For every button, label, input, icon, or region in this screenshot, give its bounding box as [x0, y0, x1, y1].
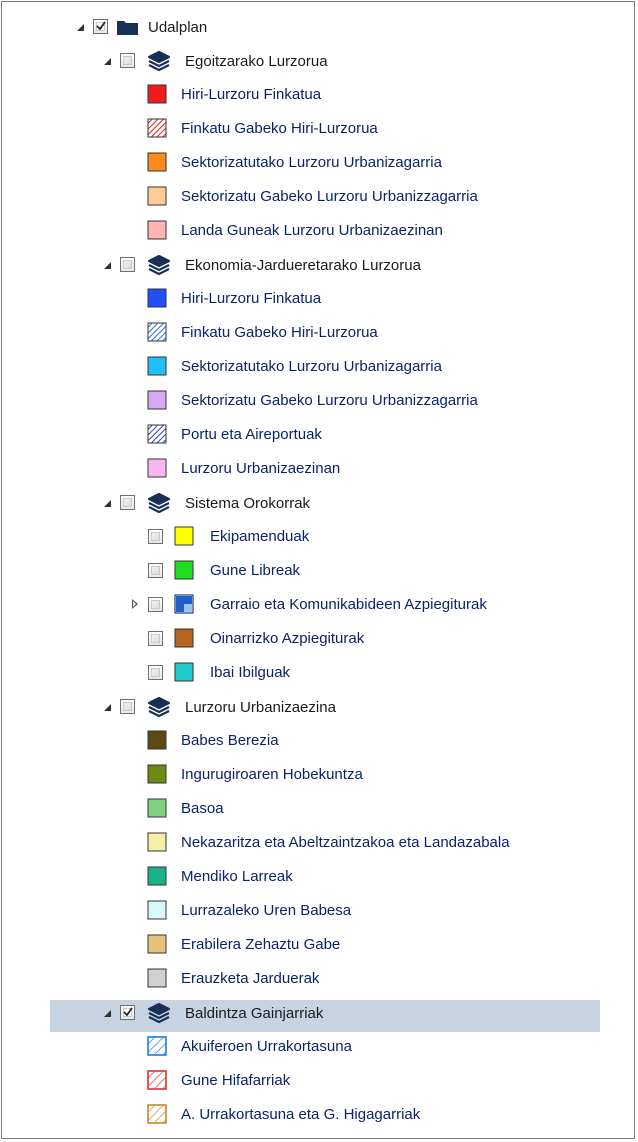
legend-swatch	[147, 288, 167, 308]
layers-icon	[147, 492, 171, 514]
legend-swatch	[147, 968, 167, 988]
group-checkbox[interactable]	[120, 699, 135, 714]
legend-item-label: Basoa	[181, 800, 224, 817]
layers-icon	[147, 50, 171, 72]
legend-item-label: Babes Berezia	[181, 732, 279, 749]
group-expander[interactable]	[104, 704, 111, 711]
legend-swatch	[147, 934, 167, 954]
group-expander[interactable]	[104, 1010, 111, 1017]
root-expander[interactable]	[77, 24, 84, 31]
legend-swatch	[147, 118, 167, 138]
legend-item-label: Gune Hifafarriak	[181, 1072, 291, 1089]
legend-swatch	[147, 866, 167, 886]
legend-swatch	[174, 526, 194, 546]
group-label: Lurzoru Urbanizaezina	[185, 699, 336, 716]
group-checkbox[interactable]	[120, 495, 135, 510]
checkmark-icon	[96, 21, 106, 31]
legend-item-label: Ingurugiroaren Hobekuntza	[181, 766, 363, 783]
folder-icon	[117, 21, 138, 35]
legend-item-label: Lurrazaleko Uren Babesa	[181, 902, 352, 919]
group-expander[interactable]	[104, 58, 111, 65]
item-checkbox[interactable]	[148, 597, 163, 612]
legend-item-label: Erauzketa Jarduerak	[181, 970, 320, 987]
group-expander[interactable]	[104, 262, 111, 269]
layers-icon	[147, 696, 171, 718]
legend-item-label: A. Urrakortasuna eta G. Higagarriak	[181, 1106, 421, 1123]
legend-item-label: Finkatu Gabeko Hiri-Lurzorua	[181, 120, 378, 137]
legend-swatch	[174, 594, 194, 614]
checkmark-icon	[123, 1007, 133, 1017]
group-checkbox[interactable]	[120, 53, 135, 68]
legend-swatch	[147, 186, 167, 206]
legend-item-label: Finkatu Gabeko Hiri-Lurzorua	[181, 324, 378, 341]
legend-item-label: Sektorizatu Gabeko Lurzoru Urbanizzagarr…	[181, 392, 478, 409]
legend-swatch	[147, 390, 167, 410]
group-label: Ekonomia-Jardueretarako Lurzorua	[185, 257, 421, 274]
legend-item-label: Sektorizatu Gabeko Lurzoru Urbanizzagarr…	[181, 188, 478, 205]
legend-item-label: Hiri-Lurzoru Finkatua	[181, 290, 322, 307]
legend-swatch	[147, 84, 167, 104]
legend-item-label: Portu eta Aireportuak	[181, 426, 322, 443]
legend-swatch	[147, 152, 167, 172]
legend-swatch	[174, 662, 194, 682]
group-label: Egoitzarako Lurzorua	[185, 53, 328, 70]
root-checkbox[interactable]	[93, 19, 108, 34]
item-expander[interactable]	[132, 599, 138, 609]
legend-item-label: Hiri-Lurzoru Finkatua	[181, 86, 322, 103]
legend-item-label: Ibai Ibilguak	[210, 664, 291, 681]
legend-item-label: Ekipamenduak	[210, 528, 310, 545]
legend-swatch	[147, 1036, 167, 1056]
group-checkbox[interactable]	[120, 257, 135, 272]
legend-swatch	[174, 560, 194, 580]
item-checkbox[interactable]	[148, 665, 163, 680]
group-label: Sistema Orokorrak	[185, 495, 311, 512]
legend-item-label: Erabilera Zehaztu Gabe	[181, 936, 341, 953]
legend-item-label: Gune Libreak	[210, 562, 301, 579]
legend-swatch	[147, 1070, 167, 1090]
legend-swatch	[147, 322, 167, 342]
legend-item-label: Garraio eta Komunikabideen Azpiegiturak	[210, 596, 487, 613]
legend-swatch	[147, 764, 167, 784]
legend-item-label: Nekazaritza eta Abeltzaintzakoa eta Land…	[181, 834, 510, 851]
layers-icon	[147, 1002, 171, 1024]
layers-icon	[147, 254, 171, 276]
group-label: Baldintza Gainjarriak	[185, 1005, 324, 1022]
legend-item-label: Sektorizatutako Lurzoru Urbanizagarria	[181, 358, 442, 375]
legend-swatch	[147, 1104, 167, 1124]
item-checkbox[interactable]	[148, 563, 163, 578]
legend-item-label: Landa Guneak Lurzoru Urbanizaezinan	[181, 222, 443, 239]
legend-item-label: Lurzoru Urbanizaezinan	[181, 460, 341, 477]
legend-swatch	[174, 628, 194, 648]
legend-item-label: Sektorizatutako Lurzoru Urbanizagarria	[181, 154, 442, 171]
legend-swatch	[147, 356, 167, 376]
legend-swatch	[147, 900, 167, 920]
legend-swatch	[147, 730, 167, 750]
legend-swatch	[147, 832, 167, 852]
root-label: Udalplan	[148, 19, 208, 36]
item-checkbox[interactable]	[148, 631, 163, 646]
group-expander[interactable]	[104, 500, 111, 507]
item-checkbox[interactable]	[148, 529, 163, 544]
legend-item-label: Mendiko Larreak	[181, 868, 293, 885]
legend-swatch	[147, 458, 167, 478]
legend-swatch	[147, 798, 167, 818]
legend-item-label: Akuiferoen Urrakortasuna	[181, 1038, 352, 1055]
layer-tree-panel: Udalplan Egoitzarako Lurzorua Hiri-Lurzoru…	[1, 1, 635, 1139]
legend-item-label: Oinarrizko Azpiegiturak	[210, 630, 365, 647]
group-checkbox[interactable]	[120, 1005, 135, 1020]
legend-swatch	[147, 424, 167, 444]
legend-swatch	[147, 220, 167, 240]
